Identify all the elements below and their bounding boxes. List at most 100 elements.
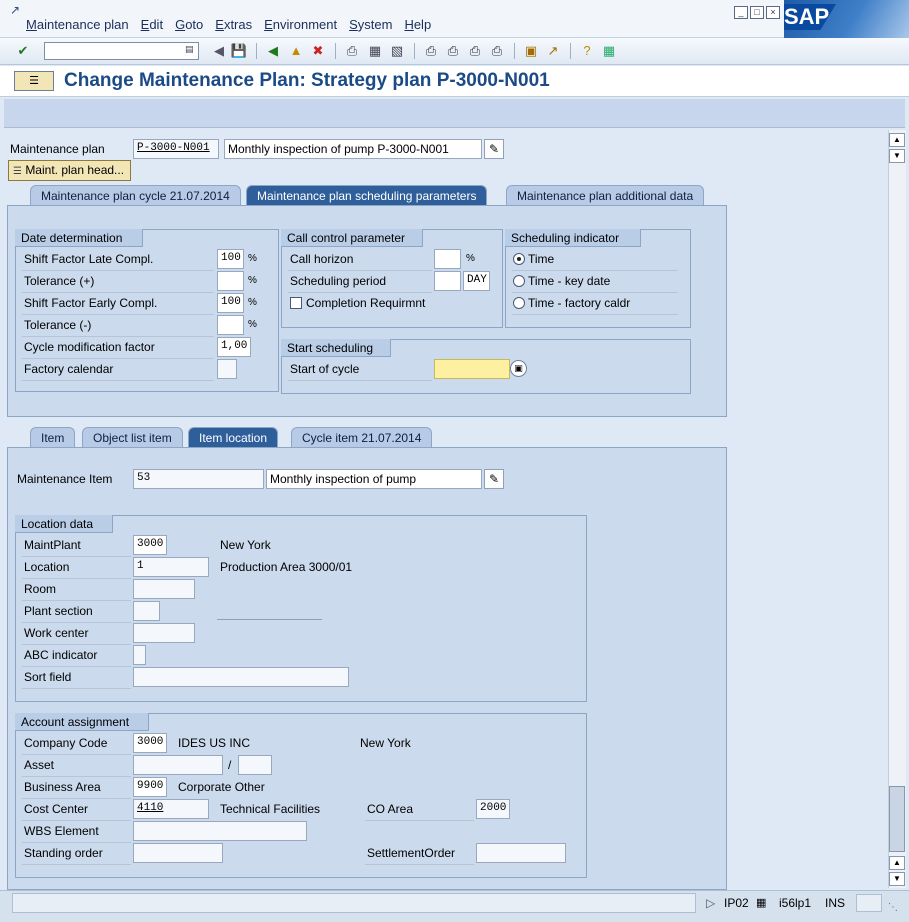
status-session-icon[interactable]: ▦ xyxy=(756,894,766,912)
title-tools-icon[interactable]: ☰ xyxy=(14,71,54,91)
find-icon[interactable]: ▦ xyxy=(366,42,384,60)
location-field[interactable]: 1 xyxy=(133,557,209,577)
shift-late-label: Shift Factor Late Compl. xyxy=(24,252,154,266)
tab-plan-cycle[interactable]: Maintenance plan cycle 21.07.2014 xyxy=(30,185,241,205)
shift-early-field[interactable]: 100 xyxy=(217,293,244,313)
plant-section-field[interactable] xyxy=(133,601,160,621)
cancel-icon[interactable]: ✖ xyxy=(309,42,327,60)
tab-additional-data[interactable]: Maintenance plan additional data xyxy=(506,185,705,205)
row-separator xyxy=(22,578,131,579)
help-icon[interactable]: ? xyxy=(578,42,596,60)
call-control-title: Call control parameter xyxy=(281,229,423,247)
prev-page-icon[interactable]: ⎙ xyxy=(444,42,462,60)
start-of-cycle-field[interactable] xyxy=(434,359,510,379)
factory-calendar-field[interactable] xyxy=(217,359,237,379)
system-menu-icon[interactable]: ↗ xyxy=(10,3,26,17)
scroll-bottom-icon[interactable]: ▼ xyxy=(889,872,905,886)
tolerance-minus-field[interactable] xyxy=(217,315,244,335)
layout-icon[interactable]: ▦ xyxy=(600,42,618,60)
resize-grip-icon[interactable]: ⋱ xyxy=(888,902,902,916)
scheduling-period-field[interactable] xyxy=(434,271,461,291)
menu-extras[interactable]: Extras xyxy=(209,17,258,35)
shift-late-unit: % xyxy=(248,253,257,264)
sap-logo: SAP xyxy=(784,0,909,38)
asset-subnumber-field[interactable] xyxy=(238,755,272,775)
maint-plan-header-button[interactable]: ☰ Maint. plan head... xyxy=(8,160,131,181)
asset-field[interactable] xyxy=(133,755,223,775)
command-dropdown-icon[interactable]: ▤ xyxy=(185,44,195,56)
scroll-up-icon[interactable]: ▼ xyxy=(889,149,905,163)
command-field[interactable] xyxy=(44,42,199,60)
shift-late-field[interactable]: 100 xyxy=(217,249,244,269)
scrollbar-thumb[interactable] xyxy=(889,786,905,852)
call-horizon-field[interactable] xyxy=(434,249,461,269)
radio-time-key-date-label: Time - key date xyxy=(528,274,611,288)
minimize-button[interactable]: _ xyxy=(734,6,748,19)
standing-order-label: Standing order xyxy=(24,846,103,860)
maintenance-item-description-field[interactable]: Monthly inspection of pump xyxy=(266,469,482,489)
settlement-order-field[interactable] xyxy=(476,843,566,863)
co-area-field[interactable]: 2000 xyxy=(476,799,510,819)
cycle-mod-field[interactable]: 1,00 xyxy=(217,337,251,357)
tolerance-plus-field[interactable] xyxy=(217,271,244,291)
maximize-button[interactable]: □ xyxy=(750,6,764,19)
cost-center-field[interactable]: 4110 xyxy=(133,799,209,819)
room-field[interactable] xyxy=(133,579,195,599)
edit-item-text-icon[interactable]: ✎ xyxy=(484,469,504,489)
plant-section-label: Plant section xyxy=(24,604,93,618)
business-area-field[interactable]: 9900 xyxy=(133,777,167,797)
print-icon[interactable]: ⎙ xyxy=(343,42,361,60)
maintplant-text: New York xyxy=(220,538,271,552)
scroll-top-icon[interactable]: ▲ xyxy=(889,133,905,147)
maintenance-item-field[interactable]: 53 xyxy=(133,469,264,489)
menu-help[interactable]: Help xyxy=(398,17,437,35)
save-icon[interactable]: 💾 xyxy=(230,42,248,60)
back-icon[interactable]: ◀ xyxy=(264,42,282,60)
vertical-scrollbar[interactable] xyxy=(888,130,906,888)
tab-object-list-item[interactable]: Object list item xyxy=(82,427,183,447)
last-page-icon[interactable]: ⎙ xyxy=(488,42,506,60)
work-center-field[interactable] xyxy=(133,623,195,643)
dropdown-arrow-icon[interactable]: ◀ xyxy=(210,42,228,60)
next-page-icon[interactable]: ⎙ xyxy=(466,42,484,60)
menu-goto[interactable]: Goto xyxy=(169,17,209,35)
tab-cycle-item[interactable]: Cycle item 21.07.2014 xyxy=(291,427,433,447)
scroll-down-icon[interactable]: ▲ xyxy=(889,856,905,870)
new-session-icon[interactable]: ▣ xyxy=(522,42,540,60)
toolbar-separator xyxy=(335,43,336,59)
row-separator xyxy=(22,798,131,799)
radio-time-key-date[interactable] xyxy=(513,275,525,287)
scheduling-period-unit-field[interactable]: DAY xyxy=(463,271,490,291)
exit-icon[interactable]: ▲ xyxy=(287,42,305,60)
plan-description-field[interactable]: Monthly inspection of pump P-3000-N001 xyxy=(224,139,482,159)
find-next-icon[interactable]: ▧ xyxy=(388,42,406,60)
menu-environment[interactable]: Environment xyxy=(258,17,343,35)
menu-maintenance-plan[interactable]: Maintenance plan xyxy=(20,17,135,35)
standing-order-field[interactable] xyxy=(133,843,223,863)
tolerance-plus-label: Tolerance (+) xyxy=(24,274,95,288)
check-icon[interactable]: ✔ xyxy=(14,42,32,60)
status-expand-icon[interactable]: ▷ xyxy=(706,894,715,912)
calendar-help-icon[interactable]: ▣ xyxy=(510,360,527,377)
tab-scheduling-parameters[interactable]: Maintenance plan scheduling parameters xyxy=(246,185,488,205)
tab-item[interactable]: Item xyxy=(30,427,76,447)
first-page-icon[interactable]: ⎙ xyxy=(422,42,440,60)
radio-time-factory-calendar[interactable] xyxy=(513,297,525,309)
plan-number-field[interactable]: P-3000-N001 xyxy=(133,139,219,159)
shortcut-icon[interactable]: ↗ xyxy=(544,42,562,60)
wbs-element-field[interactable] xyxy=(133,821,307,841)
menu-edit[interactable]: Edit xyxy=(135,17,169,35)
wbs-element-label: WBS Element xyxy=(24,824,99,838)
sort-field-field[interactable] xyxy=(133,667,349,687)
edit-text-icon[interactable]: ✎ xyxy=(484,139,504,159)
menu-system[interactable]: System xyxy=(343,17,398,35)
company-code-field[interactable]: 3000 xyxy=(133,733,167,753)
row-separator xyxy=(22,358,214,359)
tab-item-location[interactable]: Item location xyxy=(188,427,279,447)
cost-center-label: Cost Center xyxy=(24,802,89,816)
close-window-button[interactable]: × xyxy=(766,6,780,19)
radio-time[interactable] xyxy=(513,253,525,265)
abc-indicator-field[interactable] xyxy=(133,645,146,665)
completion-requirement-checkbox[interactable] xyxy=(290,297,302,309)
maintplant-field[interactable]: 3000 xyxy=(133,535,167,555)
